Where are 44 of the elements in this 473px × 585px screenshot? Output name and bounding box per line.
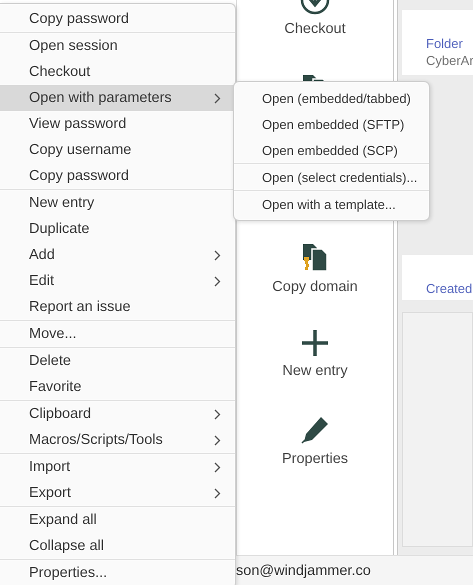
- menu-item[interactable]: Copy password: [0, 6, 235, 32]
- toolbar-button[interactable]: Properties: [250, 405, 380, 491]
- toolbar-button[interactable]: Checkout: [250, 0, 380, 61]
- menu-item[interactable]: Export: [0, 480, 235, 506]
- menu-item[interactable]: Copy password: [0, 163, 235, 189]
- menu-item[interactable]: Open (select credentials)...: [234, 164, 430, 190]
- menu-item[interactable]: Open embedded (SCP): [234, 137, 430, 163]
- menu-item[interactable]: Open with a template...: [234, 191, 430, 217]
- menu-item[interactable]: Move...: [0, 321, 235, 347]
- menu-item[interactable]: Favorite: [0, 374, 235, 400]
- pencil-icon: [300, 415, 330, 445]
- card-title[interactable]: Folder: [426, 36, 473, 51]
- menu-item[interactable]: Open embedded (SFTP): [234, 111, 430, 137]
- menu-item[interactable]: Delete: [0, 348, 235, 374]
- menu-item[interactable]: Collapse all: [0, 533, 235, 559]
- menu-item[interactable]: Edit: [0, 268, 235, 294]
- menu-item[interactable]: Properties...: [0, 560, 235, 585]
- chevron-right-icon: [214, 434, 221, 446]
- menu-item[interactable]: Open session: [0, 33, 235, 59]
- menu-item[interactable]: Clipboard: [0, 401, 235, 427]
- card-title[interactable]: Created: [426, 281, 473, 296]
- menu-item[interactable]: Report an issue: [0, 294, 235, 320]
- chevron-right-icon: [214, 462, 221, 472]
- status-text: son@windjammer.co: [236, 562, 371, 578]
- chevron-right-icon: [214, 408, 221, 420]
- chevron-right-icon: [214, 488, 221, 498]
- menu-item[interactable]: Macros/Scripts/Tools: [0, 427, 235, 453]
- toolbar-button[interactable]: New entry: [250, 319, 380, 405]
- toolbar-button[interactable]: Copy domain: [250, 233, 380, 319]
- menu-item[interactable]: Checkout: [0, 59, 235, 85]
- card-value: CyberAr: [426, 53, 473, 68]
- menu-item[interactable]: Import: [0, 454, 235, 480]
- menu-item[interactable]: Add: [0, 242, 235, 268]
- chevron-right-icon: [214, 92, 221, 104]
- menu-item[interactable]: Copy username: [0, 137, 235, 163]
- menu-item[interactable]: Duplicate: [0, 216, 235, 242]
- menu-item[interactable]: Open (embedded/tabbed): [234, 85, 430, 111]
- chevron-right-icon: [214, 250, 221, 260]
- menu-item[interactable]: Open with parameters: [0, 85, 235, 111]
- menu-item[interactable]: New entry: [0, 190, 235, 216]
- menu-item[interactable]: Expand all: [0, 507, 235, 533]
- plus-icon: [301, 329, 329, 357]
- menu-item[interactable]: View password: [0, 111, 235, 137]
- chevron-right-icon: [214, 276, 221, 286]
